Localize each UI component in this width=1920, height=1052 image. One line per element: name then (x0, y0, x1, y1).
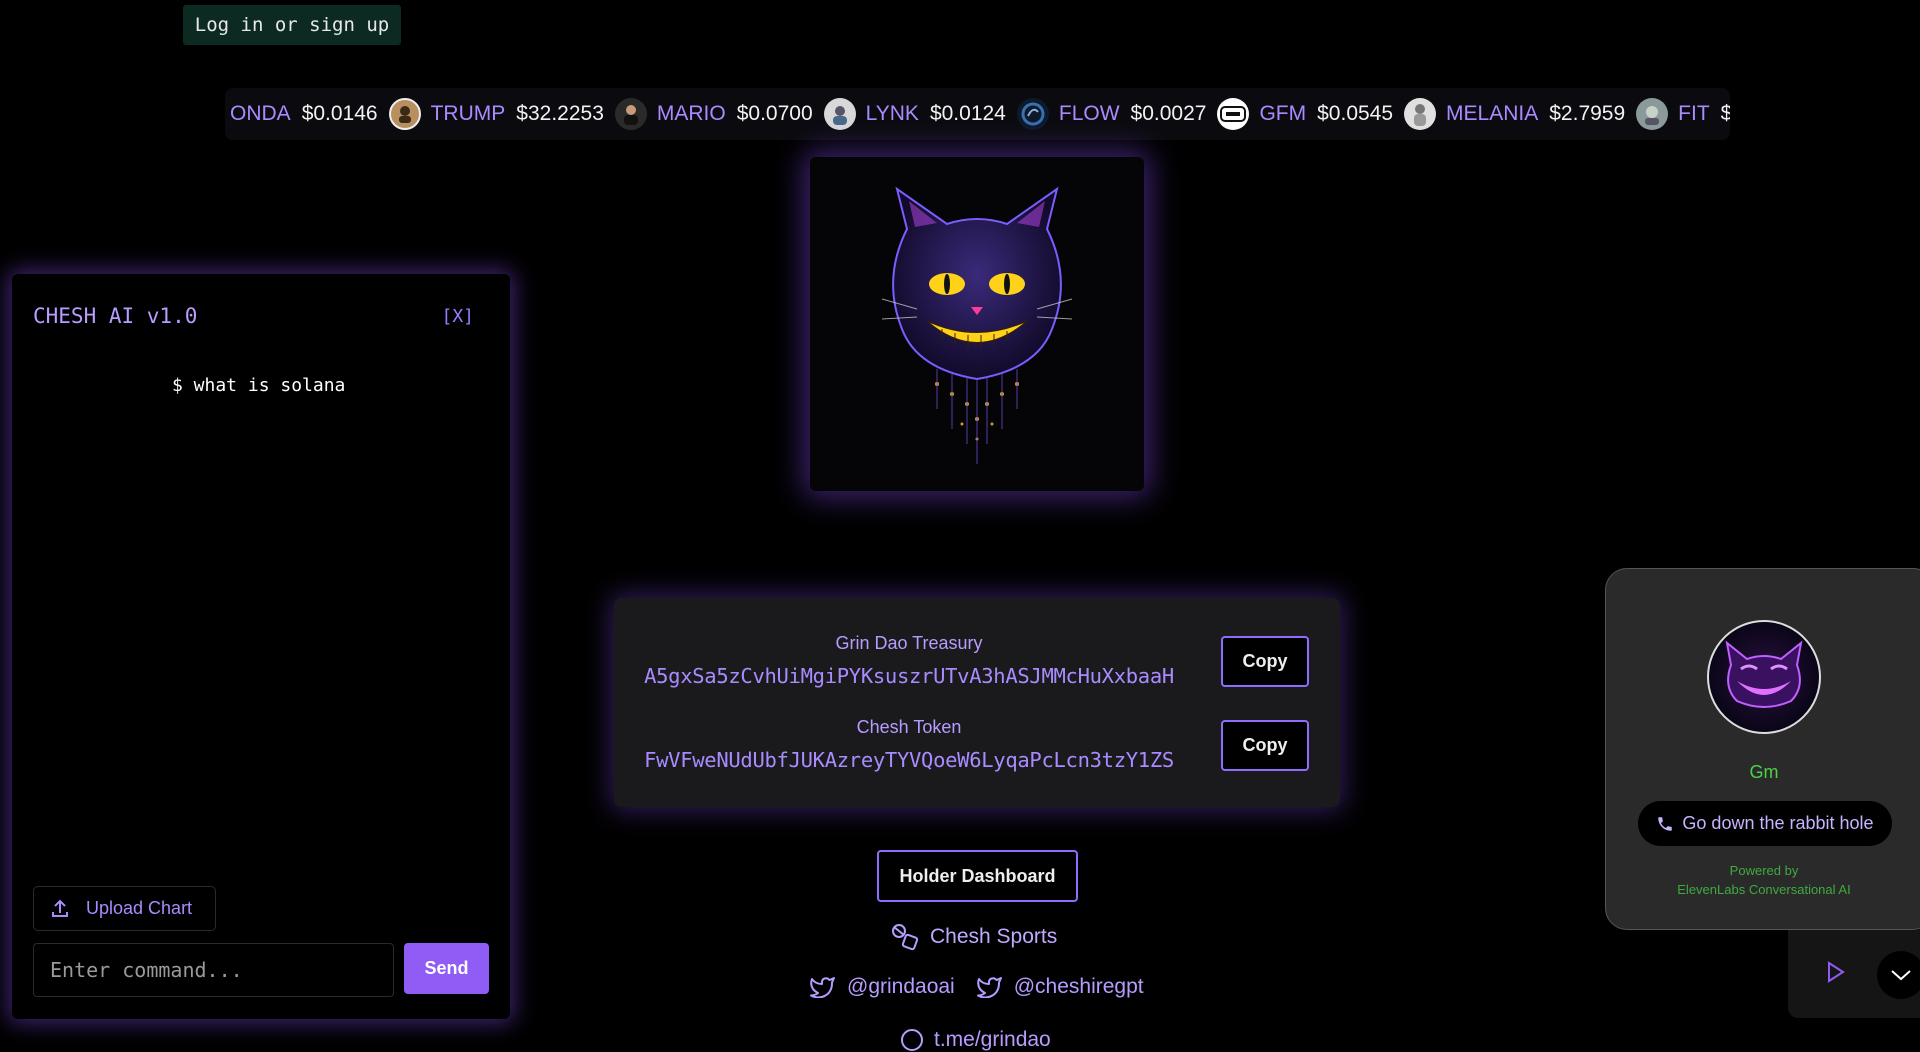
ticker-symbol: FIT (1678, 102, 1710, 125)
melania-token-logo-icon (1404, 98, 1437, 130)
ticker-item[interactable]: MELANIA $2.7959 (1404, 98, 1625, 130)
chat-close-button[interactable]: [X] (441, 306, 474, 327)
chesh-sports-link[interactable]: Chesh Sports (890, 922, 1057, 952)
ticker-symbol: LYNK (865, 102, 919, 125)
twitter-link-grindaoai[interactable]: @grindaoai (810, 975, 955, 999)
ticker-item[interactable]: GFM $0.0545 (1217, 98, 1393, 130)
flow-token-logo-icon (1016, 98, 1049, 130)
twitter-icon (976, 977, 1002, 998)
treasury-address: A5gxSa5zCvhUiMgiPYKsuszrUTvA3hASJMMcHuXx… (644, 664, 1174, 688)
ticker-symbol: MARIO (656, 102, 726, 125)
social-links: @grindaoai @cheshiregpt (810, 975, 1166, 999)
cheshire-cat-hero-image (810, 157, 1144, 491)
ticker-price: $0.0146 (301, 102, 378, 125)
assistant-avatar (1707, 620, 1821, 734)
cheshire-grin-icon (1725, 640, 1803, 708)
ticker-item[interactable]: FLOW $0.0027 (1016, 98, 1207, 130)
play-icon[interactable] (1826, 961, 1846, 983)
twitter-link-cheshiregpt[interactable]: @cheshiregpt (976, 975, 1144, 999)
ticker-price: $ (1720, 102, 1730, 125)
gfm-token-logo-icon (1217, 98, 1250, 130)
powered-by-text: Powered by ElevenLabs Conversational AI (1606, 861, 1920, 899)
ticker-symbol: TRUMP (430, 102, 506, 125)
ticker-item[interactable]: TRUMP $32.2253 (388, 98, 604, 130)
upload-chart-button[interactable]: Upload Chart (33, 886, 216, 931)
powered-by-provider: ElevenLabs Conversational AI (1677, 882, 1851, 897)
copy-token-button[interactable]: Copy (1221, 720, 1309, 771)
upload-icon (52, 899, 68, 917)
sports-icon (892, 924, 919, 951)
voice-status: Gm (1749, 762, 1779, 782)
ticker-price: $0.0027 (1130, 102, 1207, 125)
voice-assistant-widget: Gm Go down the rabbit hole Powered by El… (1605, 568, 1920, 930)
token-label: Chesh Token (856, 717, 962, 737)
chat-title: CHESH AI v1.0 (33, 304, 198, 328)
ticker-symbol: ONDA (230, 102, 291, 125)
ticker-price: $0.0124 (929, 102, 1006, 125)
token-address: FwVFweNUdUbfJUKAzreyTYVQoeW6LyqaPcLcn3tz… (644, 748, 1174, 772)
start-call-button[interactable]: Go down the rabbit hole (1638, 801, 1892, 846)
twitter-handle: @cheshiregpt (1013, 975, 1144, 998)
telegram-link[interactable]: t.me/grindao (900, 1028, 1051, 1052)
chevron-down-icon (1891, 970, 1911, 981)
trump-token-logo-icon (388, 98, 421, 130)
chat-panel: CHESH AI v1.0 [X] $ what is solana Uploa… (12, 274, 510, 1019)
telegram-label: t.me/grindao (934, 1028, 1051, 1051)
cheshire-cat-icon (881, 186, 1073, 464)
price-ticker: ONDA $0.0146 TRUMP $32.2253 MARIO $0.070… (225, 88, 1730, 140)
ticker-price: $0.0700 (736, 102, 813, 125)
twitter-icon (810, 977, 835, 998)
ticker-item[interactable]: FIT $ (1636, 98, 1730, 130)
phone-icon (1658, 816, 1673, 831)
collapse-widget-button[interactable] (1877, 951, 1920, 999)
mario-token-logo-icon (614, 98, 647, 130)
command-input[interactable] (33, 943, 394, 997)
ticker-track: ONDA $0.0146 TRUMP $32.2253 MARIO $0.070… (230, 98, 1730, 130)
ticker-price: $2.7959 (1549, 102, 1626, 125)
login-button[interactable]: Log in or sign up (183, 5, 401, 45)
fit-token-logo-icon (1636, 98, 1669, 130)
chat-message: $ what is solana (172, 375, 346, 396)
upload-chart-label: Upload Chart (86, 898, 193, 918)
ticker-symbol: FLOW (1058, 102, 1120, 125)
ticker-price: $0.0545 (1317, 102, 1394, 125)
ticker-item[interactable]: ONDA $0.0146 (230, 102, 378, 126)
holder-dashboard-button[interactable]: Holder Dashboard (877, 850, 1078, 902)
start-call-label: Go down the rabbit hole (1682, 813, 1874, 833)
ticker-symbol: MELANIA (1446, 102, 1539, 125)
lynk-token-logo-icon (823, 98, 856, 130)
send-button[interactable]: Send (404, 943, 489, 994)
chesh-sports-label: Chesh Sports (930, 925, 1058, 948)
telegram-icon (901, 1029, 923, 1051)
ticker-item[interactable]: LYNK $0.0124 (823, 98, 1006, 130)
copy-treasury-button[interactable]: Copy (1221, 636, 1309, 687)
ticker-item[interactable]: MARIO $0.0700 (614, 98, 813, 130)
treasury-label: Grin Dao Treasury (835, 633, 983, 653)
powered-by-line: Powered by (1729, 863, 1799, 878)
ticker-symbol: GFM (1259, 102, 1307, 125)
contract-address-card: Grin Dao Treasury A5gxSa5zCvhUiMgiPYKsus… (614, 598, 1340, 807)
ticker-price: $32.2253 (516, 102, 604, 125)
twitter-handle: @grindaoai (847, 975, 955, 998)
